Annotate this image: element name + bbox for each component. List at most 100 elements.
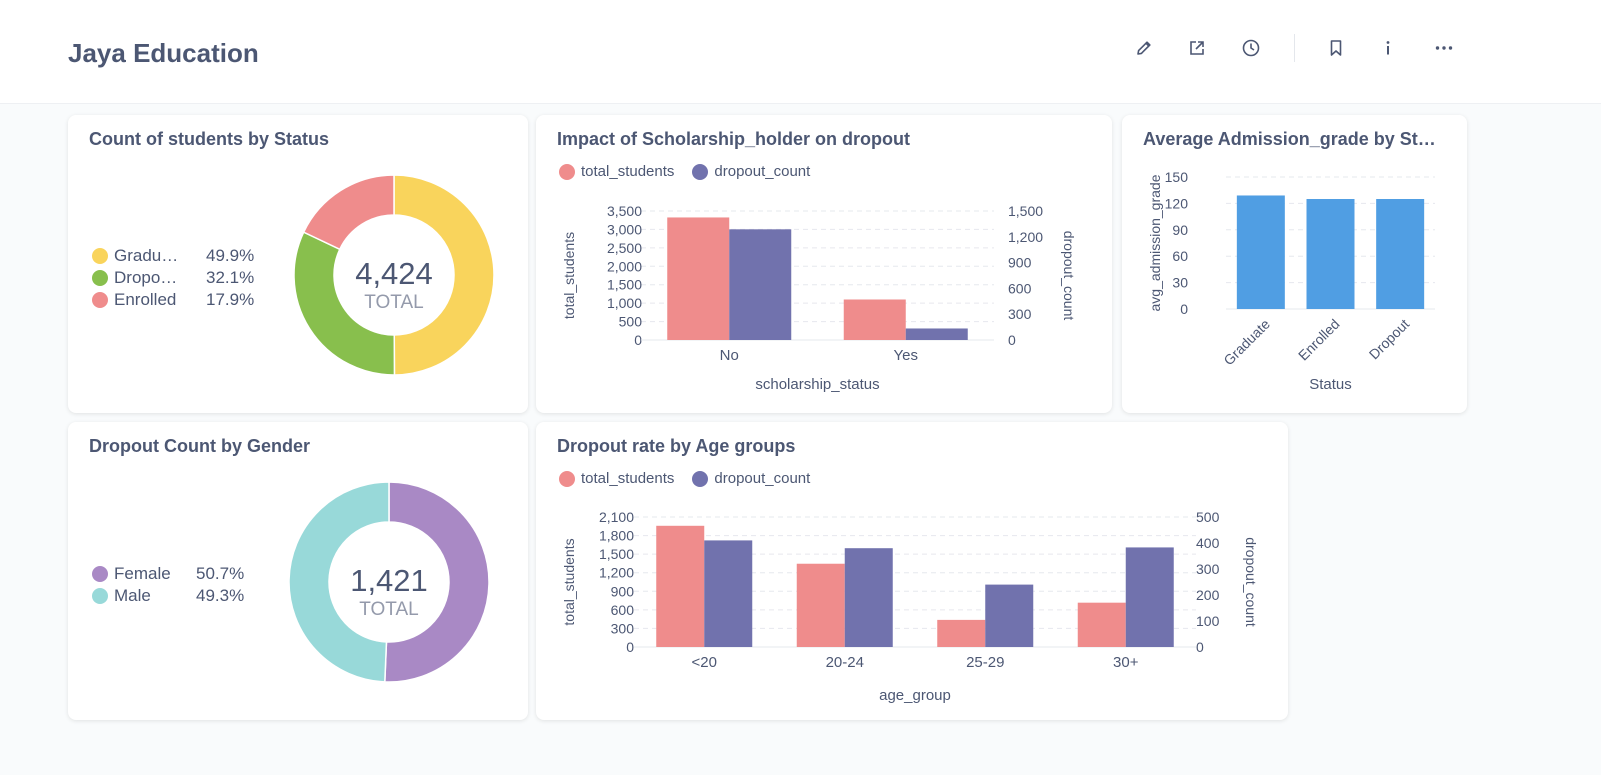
y2-tick-label: 1,500 — [1008, 203, 1043, 219]
legend-dot — [92, 588, 108, 604]
y-tick-label: 0 — [1180, 301, 1188, 317]
y2-tick-label: 500 — [1196, 509, 1220, 525]
legend-item-graduate[interactable]: Gradu… 49.9% — [92, 245, 254, 267]
y-tick-label: 1,500 — [599, 546, 634, 562]
legend-percent: 49.9% — [206, 246, 255, 265]
y2-tick-label: 200 — [1196, 587, 1220, 603]
y-tick-label: 30 — [1172, 275, 1188, 291]
admission-card[interactable]: Average Admission_grade by St… 0 30 60 90 12… — [1122, 115, 1467, 413]
info-button[interactable] — [1374, 34, 1402, 62]
legend-percent: 32.1% — [206, 268, 255, 287]
x-tick-label: Yes — [894, 347, 918, 364]
y-tick-label: 90 — [1172, 222, 1188, 238]
pencil-icon — [1137, 41, 1151, 55]
bar-dropout_count-No[interactable] — [729, 229, 792, 340]
y-tick-label: 1,500 — [607, 277, 642, 293]
legend-label: Enrolled — [114, 290, 177, 309]
x-axis-label: age_group — [879, 687, 951, 704]
y-tick-label: 1,200 — [599, 565, 634, 581]
legend-item-enrolled[interactable]: Enrolled 17.9% — [92, 289, 254, 311]
x-tick-label: 25-29 — [966, 654, 1004, 671]
y2-tick-label: 300 — [1196, 561, 1220, 577]
pie-slice-enrolled[interactable] — [302, 174, 395, 251]
history-button[interactable] — [1237, 34, 1265, 62]
y2-tick-label: 400 — [1196, 535, 1220, 551]
legend-dot — [92, 292, 108, 308]
y-axis-label: total_students — [561, 538, 577, 625]
legend-label: Dropo… — [114, 268, 178, 287]
edit-button[interactable] — [1130, 34, 1158, 62]
bar-total_students-Yes[interactable] — [843, 299, 906, 340]
legend-label: Gradu… — [114, 246, 179, 265]
gender-card[interactable]: Dropout Count by Gender Female 50.7% Mal… — [68, 422, 528, 720]
dashboard-header: Jaya Education — [0, 0, 1601, 104]
y2-axis-label: dropout_count — [1061, 231, 1077, 321]
card-title: Count of students by Status — [89, 129, 329, 149]
y-tick-label: 900 — [611, 583, 635, 599]
bar-total_students-30+[interactable] — [1077, 602, 1126, 647]
bookmark-button[interactable] — [1322, 34, 1350, 62]
bar-total_students-25-29[interactable] — [937, 619, 986, 647]
legend-dot — [92, 270, 108, 286]
age-bar-chart: 0 300 600 900 1,200 1,500 1,800 2,100 0 100 200 300… — [561, 509, 1259, 704]
info-icon — [1386, 41, 1390, 55]
y2-tick-label: 1,200 — [1008, 229, 1043, 245]
y2-tick-label: 300 — [1008, 306, 1032, 322]
bar-dropout_count-Yes[interactable] — [905, 328, 968, 340]
y-tick-label: 150 — [1165, 169, 1189, 185]
more-button[interactable] — [1430, 34, 1458, 62]
y-tick-label: 600 — [611, 602, 635, 618]
scholarship-card[interactable]: Impact of Scholarship_holder on dropout … — [536, 115, 1112, 413]
status-card[interactable]: Count of students by Status Gradu… 49.9%… — [68, 115, 528, 413]
y-tick-label: 1,800 — [599, 528, 634, 544]
bar-Graduate[interactable] — [1236, 195, 1285, 309]
gender-donut-chart: 1,421 TOTAL — [288, 481, 490, 683]
bar-total_students-20-24[interactable] — [796, 563, 845, 647]
clock-icon — [1242, 39, 1260, 57]
legend-label: Male — [114, 586, 151, 605]
legend-percent: 17.9% — [206, 290, 255, 309]
x-tick-label: No — [720, 347, 739, 364]
y-tick-label: 300 — [611, 620, 635, 636]
bar-Enrolled[interactable] — [1306, 199, 1355, 309]
legend-label: Female — [114, 564, 171, 583]
y2-tick-label: 900 — [1008, 255, 1032, 271]
status-donut-chart: 4,424 TOTAL — [293, 174, 495, 376]
donut-total: 4,424 — [355, 256, 433, 291]
donut-total-label: TOTAL — [364, 292, 423, 313]
bar-dropout_count-25-29[interactable] — [985, 584, 1034, 647]
y-tick-label: 2,100 — [599, 509, 634, 525]
x-axis-label: scholarship_status — [755, 376, 879, 393]
gender-legend: Female 50.7% Male 49.3% — [92, 563, 244, 607]
y2-tick-label: 0 — [1196, 639, 1204, 655]
toolbar-divider — [1294, 34, 1295, 62]
x-tick-label: 30+ — [1113, 654, 1139, 671]
share-button[interactable] — [1183, 34, 1211, 62]
bar-dropout_count-30+[interactable] — [1125, 547, 1174, 647]
bar-Dropout[interactable] — [1376, 199, 1425, 309]
legend-item-dropout[interactable]: Dropo… 32.1% — [92, 267, 254, 289]
x-tick-label: Graduate — [1220, 316, 1273, 369]
card-title: Dropout Count by Gender — [89, 436, 310, 456]
legend-dot — [92, 248, 108, 264]
y-tick-label: 2,500 — [607, 240, 642, 256]
bar-dropout_count-20-24[interactable] — [844, 548, 893, 647]
y-axis-label: avg_admission_grade — [1147, 174, 1163, 311]
bar-total_students-No[interactable] — [667, 217, 730, 340]
y-tick-label: 3,500 — [607, 203, 642, 219]
scholarship-bar-chart: 05001,0001,5002,0002,5003,0003,500030060… — [561, 203, 1077, 393]
age-card[interactable]: Dropout rate by Age groups total_student… — [536, 422, 1288, 720]
legend-dot — [92, 566, 108, 582]
legend-item-female[interactable]: Female 50.7% — [92, 563, 244, 585]
y2-tick-label: 100 — [1196, 613, 1220, 629]
legend-percent: 50.7% — [196, 564, 245, 583]
share-icon — [1190, 41, 1204, 55]
status-legend: Gradu… 49.9% Dropo… 32.1% Enrolled 17.9% — [92, 245, 254, 311]
y-tick-label: 0 — [626, 639, 634, 655]
bar-total_students-<20[interactable] — [656, 525, 705, 647]
y2-tick-label: 0 — [1008, 332, 1016, 348]
y2-tick-label: 600 — [1008, 280, 1032, 296]
bar-dropout_count-<20[interactable] — [704, 540, 753, 647]
legend-percent: 49.3% — [196, 586, 245, 605]
legend-item-male[interactable]: Male 49.3% — [92, 585, 244, 607]
